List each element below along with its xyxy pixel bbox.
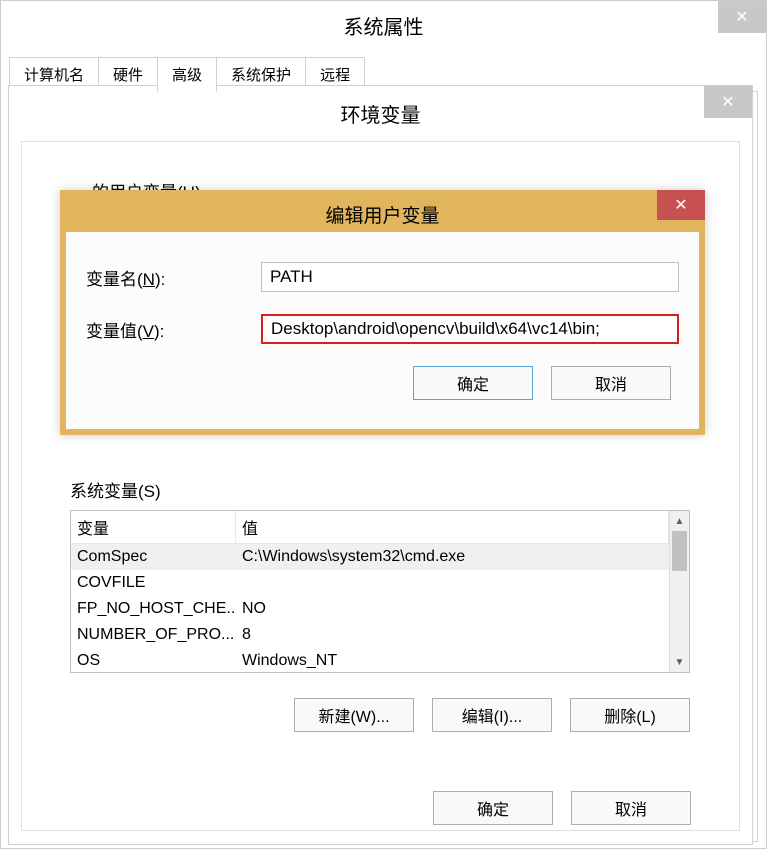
label-post: ): — [155, 270, 165, 289]
var-value-row: 变量值(V): — [86, 314, 679, 344]
table-row[interactable]: COVFILE — [71, 570, 669, 596]
var-name-label: 变量名(N): — [86, 265, 261, 290]
delete-button[interactable]: 删除(L) — [570, 698, 690, 732]
edit-buttons: 确定 取消 — [86, 366, 679, 400]
ok-button[interactable]: 确定 — [413, 366, 533, 400]
cell-val: 8 — [236, 624, 669, 646]
scroll-down-icon[interactable]: ▼ — [670, 652, 689, 672]
close-button-env[interactable]: ✕ — [704, 86, 752, 118]
close-icon: ✕ — [721, 92, 734, 112]
system-vars-table[interactable]: 变量 值 ComSpec C:\Windows\system32\cmd.exe… — [70, 510, 690, 673]
var-name-row: 变量名(N): — [86, 262, 679, 292]
system-vars-label: 系统变量(S) — [70, 477, 690, 502]
cell-var: OS — [71, 650, 236, 672]
var-name-input[interactable] — [261, 262, 679, 292]
var-value-label: 变量值(V): — [86, 317, 261, 342]
cell-val: NO — [236, 598, 669, 620]
table-header: 变量 值 — [71, 511, 669, 544]
cancel-button[interactable]: 取消 — [551, 366, 671, 400]
label-underline: N — [143, 270, 155, 289]
env-title: 环境变量 — [341, 99, 421, 128]
edit-title-bar: 编辑用户变量 ✕ — [66, 196, 699, 232]
cell-var: NUMBER_OF_PRO... — [71, 624, 236, 646]
close-button-edit[interactable]: ✕ — [657, 190, 705, 220]
edit-body: 变量名(N): 变量值(V): 确定 取消 — [66, 232, 699, 415]
cell-val: Windows_NT — [236, 650, 669, 672]
var-value-input[interactable] — [261, 314, 679, 344]
system-vars-group: 系统变量(S) 变量 值 ComSpec C:\Windows\system32… — [70, 477, 690, 732]
label-pre: 变量名( — [86, 270, 143, 289]
close-icon: ✕ — [674, 195, 687, 215]
tab-advanced[interactable]: 高级 — [157, 57, 217, 92]
cell-val: C:\Windows\system32\cmd.exe — [236, 546, 669, 568]
table-row[interactable]: NUMBER_OF_PRO... 8 — [71, 622, 669, 648]
cell-var: COVFILE — [71, 572, 236, 594]
label-pre: 变量值( — [86, 322, 143, 341]
main-title-bar: 系统属性 ✕ — [1, 1, 766, 49]
table-body: ComSpec C:\Windows\system32\cmd.exe COVF… — [71, 544, 669, 672]
cancel-button[interactable]: 取消 — [571, 791, 691, 825]
table-row[interactable]: ComSpec C:\Windows\system32\cmd.exe — [71, 544, 669, 570]
table-row[interactable]: OS Windows_NT — [71, 648, 669, 672]
th-variable[interactable]: 变量 — [71, 511, 236, 543]
new-button[interactable]: 新建(W)... — [294, 698, 414, 732]
sysvars-buttons: 新建(W)... 编辑(I)... 删除(L) — [70, 698, 690, 732]
scroll-thumb[interactable] — [672, 531, 687, 571]
env-bottom-buttons: 确定 取消 — [433, 791, 691, 825]
ok-button[interactable]: 确定 — [433, 791, 553, 825]
scrollbar[interactable]: ▲ ▼ — [669, 511, 689, 672]
close-icon: ✕ — [735, 7, 748, 27]
cell-val — [236, 581, 669, 585]
edit-button[interactable]: 编辑(I)... — [432, 698, 552, 732]
edit-user-var-dialog: 编辑用户变量 ✕ 变量名(N): 变量值(V): 确定 取消 — [60, 190, 705, 435]
table-row[interactable]: FP_NO_HOST_CHE... NO — [71, 596, 669, 622]
scroll-up-icon[interactable]: ▲ — [670, 511, 689, 531]
label-post: ): — [154, 322, 164, 341]
close-button-main[interactable]: ✕ — [718, 1, 766, 33]
cell-var: FP_NO_HOST_CHE... — [71, 598, 236, 620]
table-inner: 变量 值 ComSpec C:\Windows\system32\cmd.exe… — [71, 511, 669, 672]
env-title-bar: 环境变量 ✕ — [9, 86, 752, 141]
edit-title: 编辑用户变量 — [325, 201, 439, 228]
th-value[interactable]: 值 — [236, 511, 669, 543]
cell-var: ComSpec — [71, 546, 236, 568]
label-underline: V — [143, 322, 154, 341]
main-title: 系统属性 — [344, 11, 424, 40]
